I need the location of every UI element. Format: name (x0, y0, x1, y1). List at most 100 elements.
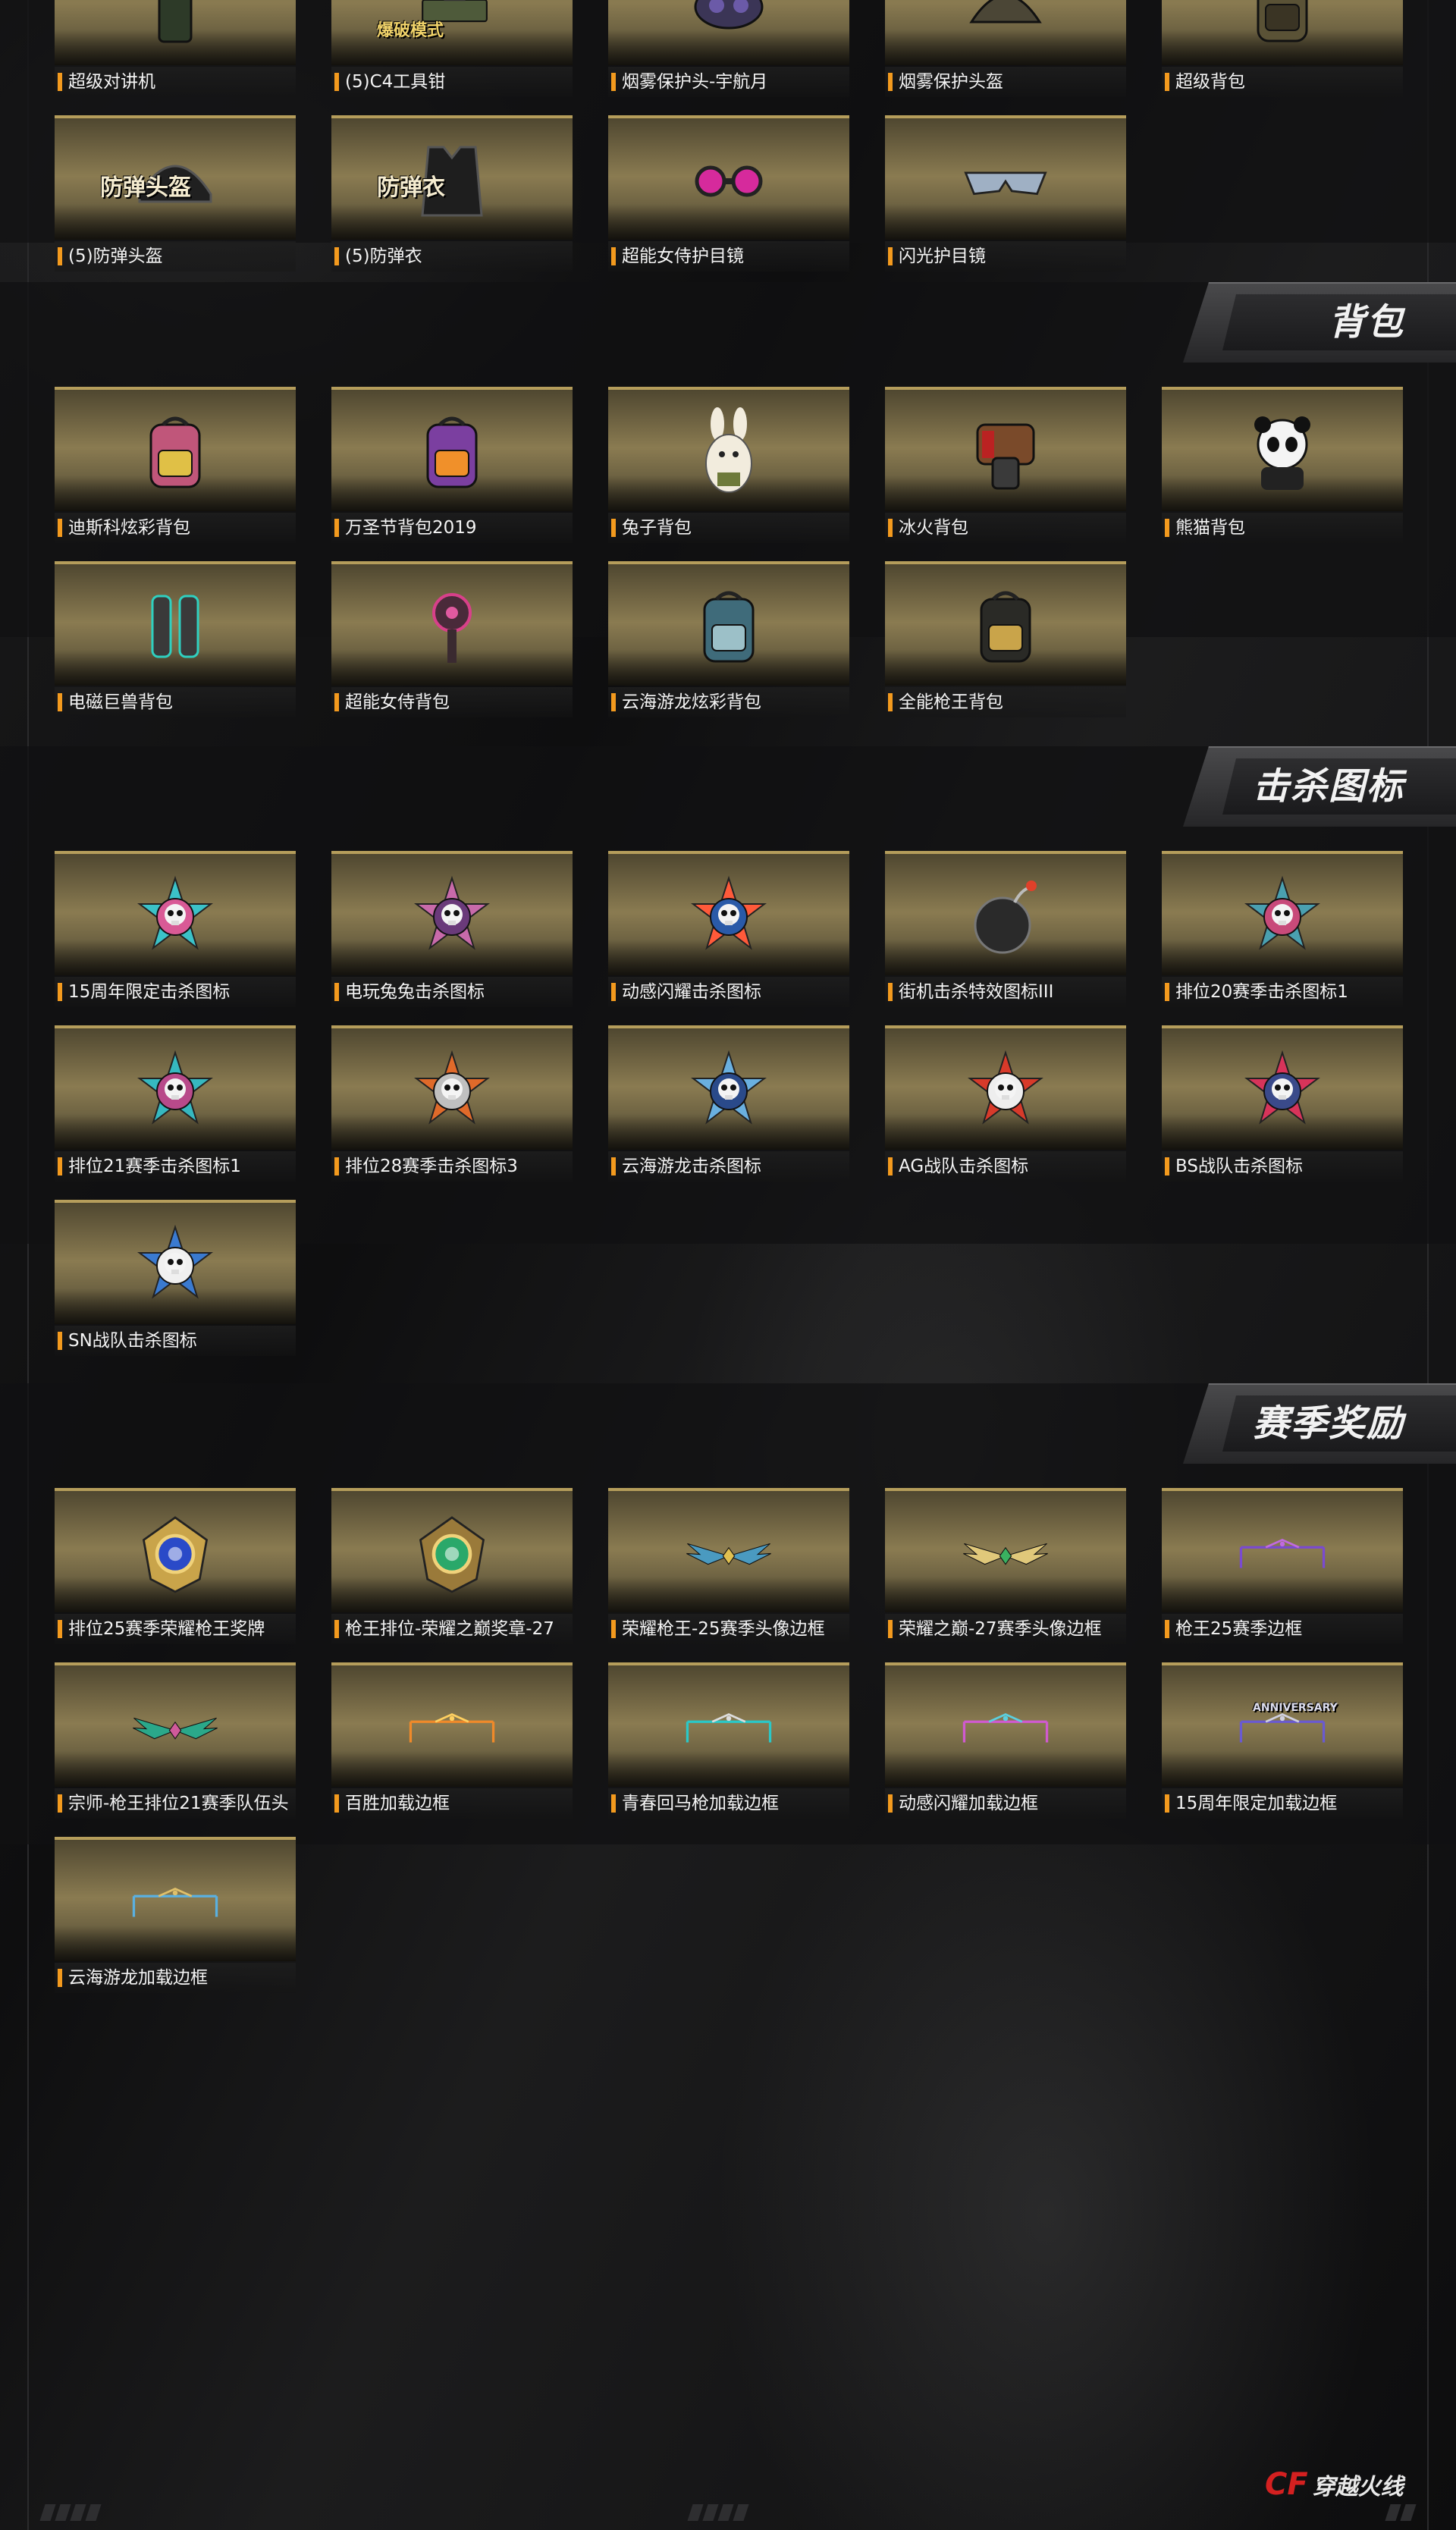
item-label: 兔子背包 (608, 513, 849, 543)
item-image-text: ANNIVERSARY (1253, 1702, 1338, 1714)
dragon-frame-icon (130, 1861, 221, 1945)
item-card[interactable]: 15周年限定击杀图标 (55, 851, 296, 1010)
item-card[interactable]: 兔子背包 (608, 387, 849, 546)
season28-skull-icon (406, 1050, 497, 1133)
item-card[interactable]: 超能女侍护目镜 (608, 115, 849, 275)
item-card[interactable]: 超级对讲机 (55, 0, 296, 100)
item-card[interactable]: 百胜加载边框 (331, 1662, 573, 1822)
item-label: 电磁巨兽背包 (55, 687, 296, 717)
item-image (55, 1025, 296, 1150)
golden-wing-frame-icon (960, 1512, 1051, 1596)
item-label: 超能女侍护目镜 (608, 241, 849, 272)
item-label: 排位28赛季击杀图标3 (331, 1151, 573, 1182)
sn-skull-icon (130, 1224, 221, 1307)
item-image (608, 0, 849, 65)
item-label: 15周年限定击杀图标 (55, 977, 296, 1007)
item-label: 超级背包 (1162, 67, 1403, 97)
item-card[interactable]: 街机击杀特效图标III (885, 851, 1126, 1010)
item-card[interactable]: 荣耀之巅-27赛季头像边框 (885, 1488, 1126, 1647)
item-card[interactable]: SN战队击杀图标 (55, 1200, 296, 1359)
item-image (1162, 851, 1403, 975)
item-label: 超级对讲机 (55, 67, 296, 97)
item-label: SN战队击杀图标 (55, 1326, 296, 1356)
item-card[interactable]: 青春回马枪加载边框 (608, 1662, 849, 1822)
item-card[interactable]: 动感闪耀击杀图标 (608, 851, 849, 1010)
item-label: 云海游龙击杀图标 (608, 1151, 849, 1182)
item-image-text: 爆破模式 (377, 21, 444, 40)
item-card[interactable]: 冰火背包 (885, 387, 1126, 546)
bottom-decoration-right (1385, 2504, 1417, 2521)
item-card[interactable]: 排位20赛季击杀图标1 (1162, 851, 1403, 1010)
item-image (885, 0, 1126, 65)
item-card[interactable]: 荣耀枪王-25赛季头像边框 (608, 1488, 849, 1647)
season21-skull-icon (130, 1050, 221, 1133)
item-label: 动感闪耀击杀图标 (608, 977, 849, 1007)
item-card[interactable]: ANNIVERSARY 15周年限定加载边框 (1162, 1662, 1403, 1822)
item-image (331, 1662, 573, 1787)
item-label: 青春回马枪加载边框 (608, 1788, 849, 1819)
item-label: 全能枪王背包 (885, 687, 1126, 717)
item-card[interactable]: 动感闪耀加载边框 (885, 1662, 1126, 1822)
item-image (55, 561, 296, 686)
item-card[interactable]: 万圣节背包2019 (331, 387, 573, 546)
item-card[interactable]: 枪王25赛季边框 (1162, 1488, 1403, 1647)
item-card[interactable]: 云海游龙击杀图标 (608, 1025, 849, 1185)
item-card[interactable]: 超能女侍背包 (331, 561, 573, 720)
sunglasses-icon (960, 140, 1051, 223)
ag-skull-icon (960, 1050, 1051, 1133)
item-card[interactable]: 熊猫背包 (1162, 387, 1403, 546)
item-card[interactable]: 云海游龙加载边框 (55, 1837, 296, 1996)
item-image (885, 561, 1126, 686)
section-title: 赛季奖励 (1252, 1402, 1404, 1445)
item-card[interactable]: 宗师-枪王排位21赛季队伍头 (55, 1662, 296, 1822)
item-card[interactable]: 防弹衣 (5)防弹衣 (331, 115, 573, 275)
item-card[interactable]: 闪光护目镜 (885, 115, 1126, 275)
item-label: BS战队击杀图标 (1162, 1151, 1403, 1182)
item-image (1162, 387, 1403, 511)
orange-frame-icon (406, 1687, 497, 1770)
item-card[interactable]: 电玩兔兔击杀图标 (331, 851, 573, 1010)
anniversary-frame-icon (1237, 1687, 1328, 1770)
item-label: (5)防弹衣 (331, 241, 573, 272)
item-card[interactable]: 排位25赛季荣耀枪王奖牌 (55, 1488, 296, 1647)
blue-medal-icon (130, 1512, 221, 1596)
item-image (55, 387, 296, 511)
item-image (885, 387, 1126, 511)
item-card[interactable]: 迪斯科炫彩背包 (55, 387, 296, 546)
anniversary-skull-icon (130, 875, 221, 959)
item-label: 万圣节背包2019 (331, 513, 573, 543)
item-card[interactable]: 云海游龙炫彩背包 (608, 561, 849, 720)
item-card[interactable]: 电磁巨兽背包 (55, 561, 296, 720)
item-label: 排位25赛季荣耀枪王奖牌 (55, 1614, 296, 1644)
item-card[interactable]: 防弹头盔 (5)防弹头盔 (55, 115, 296, 275)
ice-fire-backpack-icon (960, 411, 1051, 494)
cf-logo-text: 穿越火线 (1312, 2474, 1404, 2500)
item-card[interactable]: 烟雾保护头盔 (885, 0, 1126, 100)
item-card[interactable]: 排位21赛季击杀图标1 (55, 1025, 296, 1185)
item-card[interactable]: 爆破模式 (5)C4工具钳 (331, 0, 573, 100)
item-image (55, 851, 296, 975)
item-card[interactable]: 全能枪王背包 (885, 561, 1126, 720)
item-image (1162, 1488, 1403, 1612)
item-card[interactable]: AG战队击杀图标 (885, 1025, 1126, 1185)
item-image (331, 851, 573, 975)
item-card[interactable]: 超级背包 (1162, 0, 1403, 100)
section-header-kill-icons: 击杀图标 (1183, 746, 1456, 827)
item-image (608, 1025, 849, 1150)
item-label: 烟雾保护头盔 (885, 67, 1126, 97)
item-image (885, 115, 1126, 240)
item-label: 排位20赛季击杀图标1 (1162, 977, 1403, 1007)
halloween-backpack-icon (406, 411, 497, 494)
item-image (331, 1025, 573, 1150)
item-label: 云海游龙炫彩背包 (608, 687, 849, 717)
item-label: 荣耀枪王-25赛季头像边框 (608, 1614, 849, 1644)
item-card[interactable]: 烟雾保护头-宇航月 (608, 0, 849, 100)
item-card[interactable]: BS战队击杀图标 (1162, 1025, 1403, 1185)
item-image (1162, 1025, 1403, 1150)
pink-goggles-icon (683, 140, 774, 223)
item-image: ANNIVERSARY (1162, 1662, 1403, 1787)
cyan-frame-icon (683, 1687, 774, 1770)
item-card[interactable]: 枪王排位-荣耀之巅奖章-27 (331, 1488, 573, 1647)
item-image (608, 115, 849, 240)
item-card[interactable]: 排位28赛季击杀图标3 (331, 1025, 573, 1185)
